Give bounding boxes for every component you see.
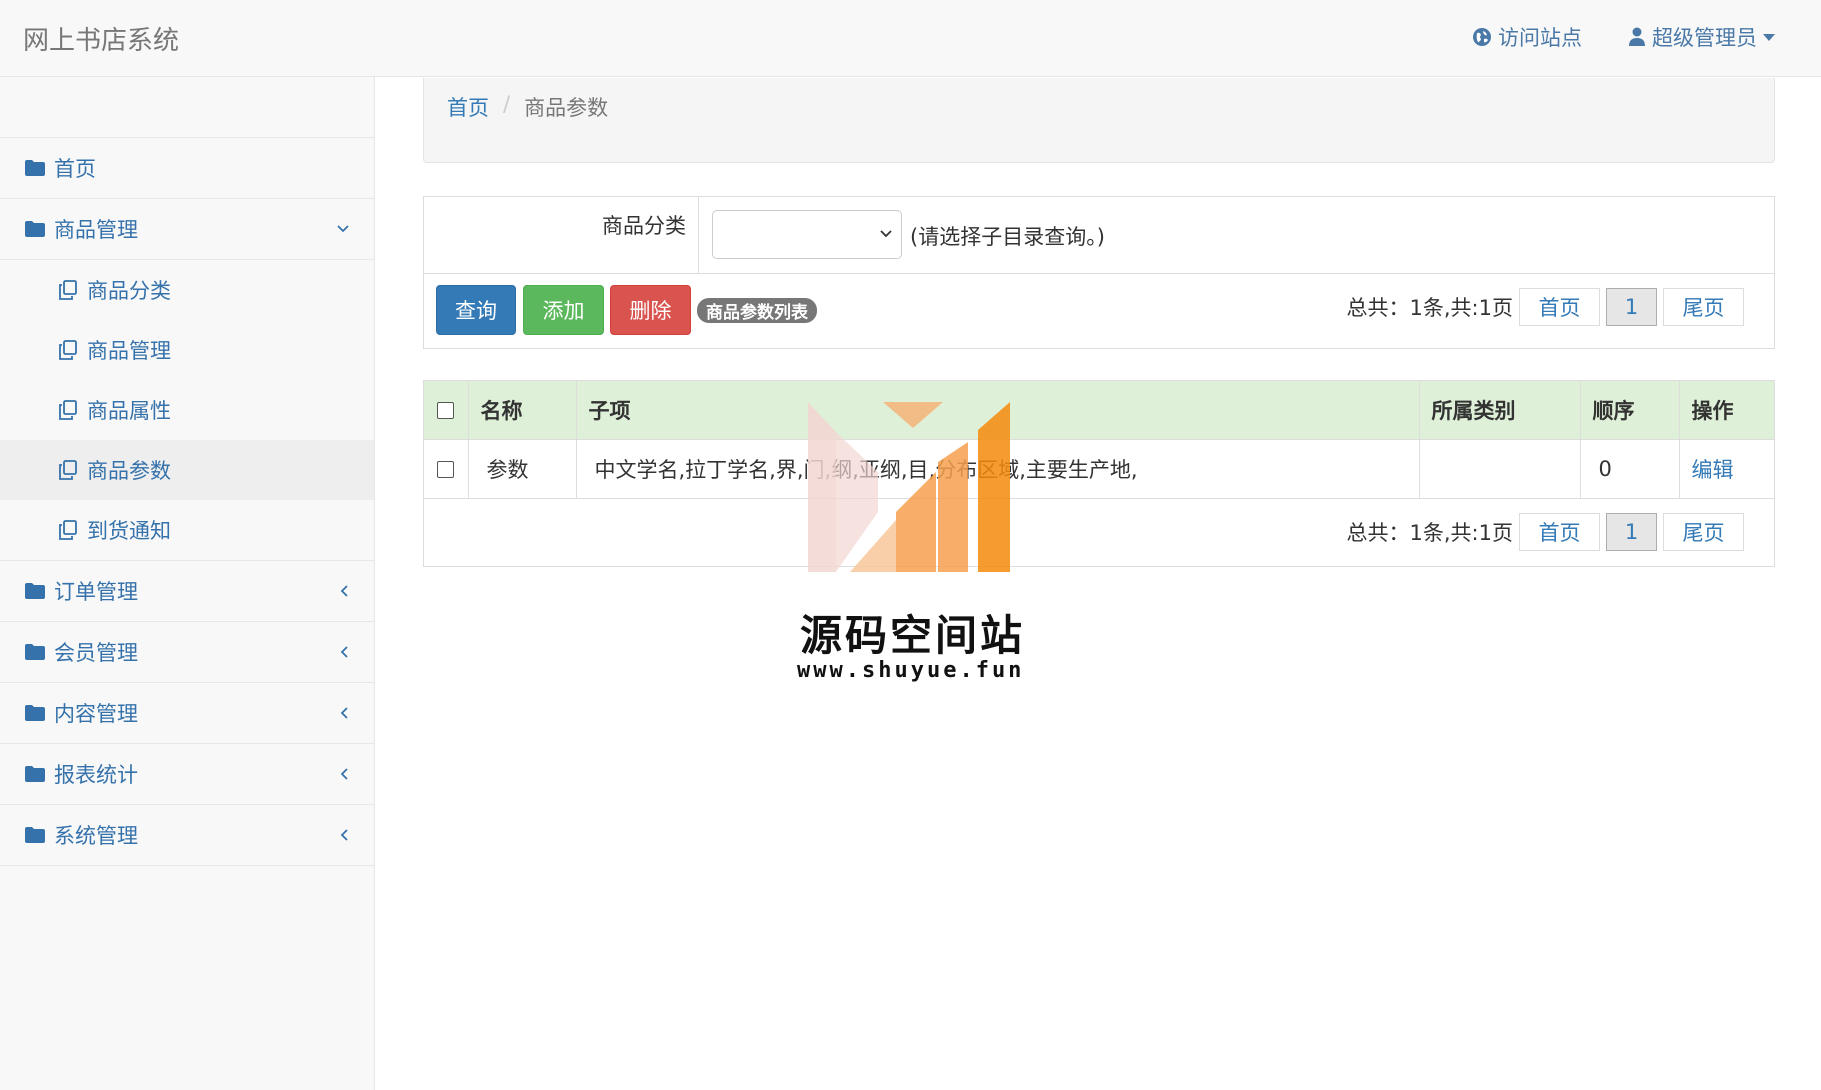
sidebar-subitem-arrival-notice[interactable]: 到货通知 <box>0 500 374 560</box>
query-panel: 商品分类 (请选择子目录查询。) 查询 添加 删除 商品参数列表 总共：1条,共… <box>423 196 1775 349</box>
chevron-left-icon <box>340 646 348 658</box>
category-select[interactable] <box>712 210 902 259</box>
sidebar-item-label: 会员管理 <box>54 641 138 665</box>
add-button[interactable]: 添加 <box>523 285 604 335</box>
user-icon <box>1629 27 1645 46</box>
goods-submenu: 商品分类 商品管理 商品属性 商品参数 到货通知 <box>0 260 374 561</box>
breadcrumb-separator: / <box>503 92 511 116</box>
table-row: 参数 中文学名,拉丁学名,界,门,纲,亚纲,目,分布区域,主要生产地, 0 编辑 <box>424 439 1774 499</box>
cell-action: 编辑 <box>1679 439 1774 499</box>
chevron-left-icon <box>340 768 348 780</box>
sidebar-item-reports[interactable]: 报表统计 <box>0 744 374 805</box>
current-page-button[interactable]: 1 <box>1606 288 1657 326</box>
last-page-button[interactable]: 尾页 <box>1663 512 1744 551</box>
chevron-down-icon <box>337 225 349 233</box>
folder-icon <box>25 827 45 843</box>
admin-user-label: 超级管理员 <box>1652 26 1757 50</box>
sidebar-subitem-label: 商品分类 <box>87 279 171 303</box>
sidebar-subitem-goods-params[interactable]: 商品参数 <box>0 440 374 500</box>
copy-icon <box>59 280 77 300</box>
chevron-left-icon <box>340 707 348 719</box>
copy-icon <box>59 400 77 420</box>
sidebar-subitem-label: 商品管理 <box>87 339 171 363</box>
sidebar-item-label: 首页 <box>54 157 96 181</box>
visit-site-label: 访问站点 <box>1498 26 1582 50</box>
cell-category <box>1419 439 1581 499</box>
header-category: 所属类别 <box>1419 381 1581 440</box>
chevron-down-icon <box>880 230 892 238</box>
sidebar-subitem-label: 商品属性 <box>87 399 171 423</box>
navbar-right: 访问站点 超级管理员 <box>1472 22 1821 52</box>
category-hint: (请选择子目录查询。) <box>910 225 1105 249</box>
edit-link[interactable]: 编辑 <box>1692 458 1734 482</box>
sidebar-item-label: 报表统计 <box>54 763 138 787</box>
watermark-url: www.shuyue.fun <box>797 658 1025 683</box>
pagination-total: 总共：1条,共:1页 <box>1346 296 1513 320</box>
row-checkbox[interactable] <box>437 461 455 478</box>
sidebar-subitem-goods-manage[interactable]: 商品管理 <box>0 320 374 380</box>
header-order: 顺序 <box>1580 381 1680 440</box>
caret-down-icon <box>1763 33 1775 41</box>
table-header-row: 名称 子项 所属类别 顺序 操作 <box>424 381 1774 440</box>
sidebar-item-members[interactable]: 会员管理 <box>0 622 374 683</box>
chevron-left-icon <box>340 829 348 841</box>
sidebar-spacer <box>0 77 374 138</box>
breadcrumb-current: 商品参数 <box>524 96 609 120</box>
top-navbar: 网上书店系统 访问站点 超级管理员 <box>0 0 1821 77</box>
globe-icon <box>1473 28 1491 46</box>
last-page-button[interactable]: 尾页 <box>1663 288 1744 326</box>
list-title-badge: 商品参数列表 <box>697 298 817 323</box>
sidebar-subitem-goods-category[interactable]: 商品分类 <box>0 260 374 320</box>
copy-icon <box>59 340 77 360</box>
folder-icon <box>25 644 45 660</box>
visit-site-link[interactable]: 访问站点 <box>1472 22 1582 52</box>
first-page-button[interactable]: 首页 <box>1519 512 1600 551</box>
header-select-all-cell <box>424 381 469 440</box>
row-select-cell <box>424 439 469 499</box>
sidebar-item-content[interactable]: 内容管理 <box>0 683 374 744</box>
sidebar-item-goods[interactable]: 商品管理 <box>0 199 374 260</box>
breadcrumb-home-link[interactable]: 首页 <box>447 92 489 122</box>
copy-icon <box>59 520 77 540</box>
sidebar-item-system[interactable]: 系统管理 <box>0 805 374 866</box>
copy-icon <box>59 460 77 480</box>
sidebar: 首页 商品管理 商品分类 商品管理 商品属性 商品参数 到货通知 订单管理 会员… <box>0 77 375 1090</box>
sidebar-subitem-goods-attribute[interactable]: 商品属性 <box>0 380 374 440</box>
sidebar-item-home[interactable]: 首页 <box>0 138 374 199</box>
sidebar-subitem-label: 到货通知 <box>87 519 171 543</box>
header-name: 名称 <box>468 381 577 440</box>
sidebar-item-label: 内容管理 <box>54 702 138 726</box>
sidebar-item-label: 系统管理 <box>54 824 138 848</box>
sidebar-item-label: 订单管理 <box>54 580 138 604</box>
cell-name: 参数 <box>468 439 577 499</box>
brand-title[interactable]: 网上书店系统 <box>23 20 179 57</box>
pagination-top: 总共：1条,共:1页 首页 1 尾页 <box>1347 288 1744 326</box>
header-action: 操作 <box>1679 381 1774 440</box>
admin-user-dropdown[interactable]: 超级管理员 <box>1628 22 1775 52</box>
first-page-button[interactable]: 首页 <box>1519 288 1600 326</box>
breadcrumb: 首页 / 商品参数 <box>423 78 1775 163</box>
query-filter-row: 商品分类 (请选择子目录查询。) <box>424 197 1774 274</box>
pagination-bottom: 总共：1条,共:1页 首页 1 尾页 <box>1346 512 1744 551</box>
sidebar-subitem-label: 商品参数 <box>87 459 171 483</box>
select-all-checkbox[interactable] <box>437 402 455 420</box>
pagination-total: 总共：1条,共:1页 <box>1346 520 1513 545</box>
table-footer: 总共：1条,共:1页 首页 1 尾页 <box>424 499 1774 566</box>
current-page-button[interactable]: 1 <box>1606 512 1657 551</box>
folder-icon <box>25 160 45 176</box>
sidebar-item-orders[interactable]: 订单管理 <box>0 561 374 622</box>
delete-button[interactable]: 删除 <box>610 285 691 335</box>
watermark-logo <box>808 402 1010 572</box>
query-button[interactable]: 查询 <box>436 285 516 335</box>
params-table: 名称 子项 所属类别 顺序 操作 参数 中文学名,拉丁学名,界,门,纲,亚纲,目… <box>423 380 1775 567</box>
chevron-left-icon <box>340 585 348 597</box>
watermark-title: 源码空间站 <box>800 611 1026 660</box>
cell-order: 0 <box>1580 439 1680 499</box>
sidebar-item-label: 商品管理 <box>54 218 138 242</box>
folder-icon <box>25 221 45 237</box>
folder-icon <box>25 583 45 599</box>
category-label: 商品分类 <box>424 197 699 273</box>
folder-icon <box>25 705 45 721</box>
folder-icon <box>25 766 45 782</box>
